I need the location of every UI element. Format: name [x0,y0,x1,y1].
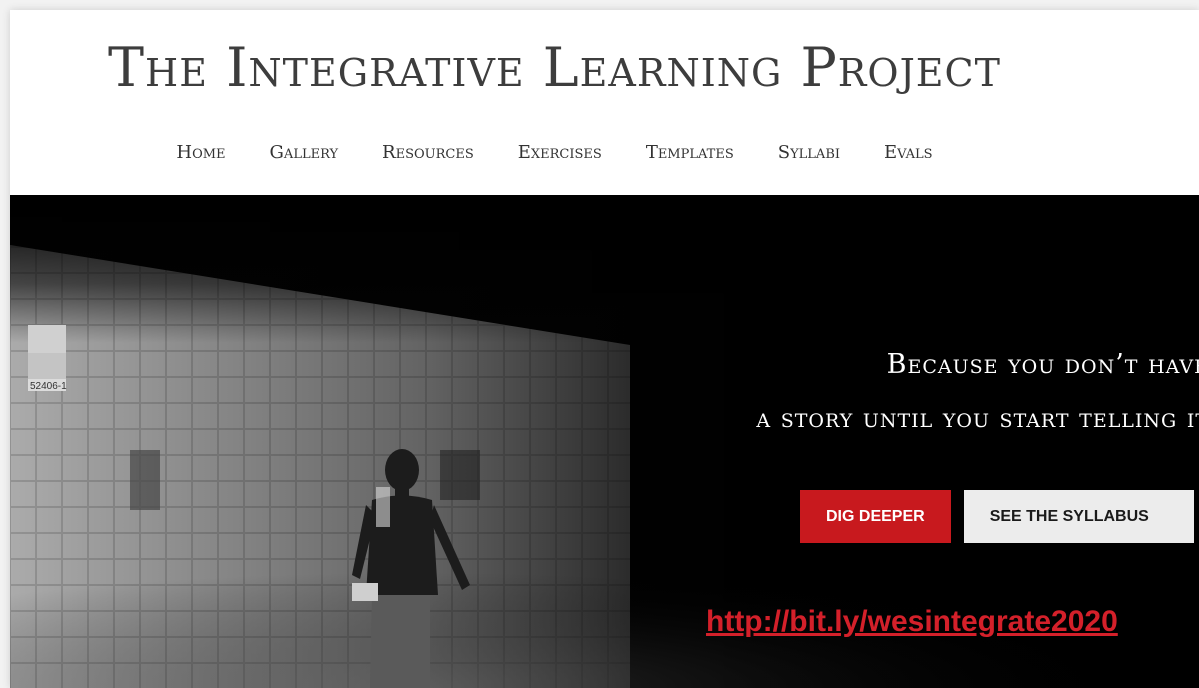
main-nav: Home Gallery Resources Exercises Templat… [10,138,1199,168]
see-syllabus-button[interactable]: SEE THE SYLLABUS [963,490,1194,543]
nav-item-exercises[interactable]: Exercises [518,138,602,168]
wall-sign-text: 52406-1 [30,381,67,392]
nav-item-templates[interactable]: Templates [646,138,734,168]
nav-item-home[interactable]: Home [176,138,225,168]
nav-item-evals[interactable]: Evals [884,138,933,168]
overlay-url-link[interactable]: http://bit.ly/wesintegrate2020 [706,605,1118,639]
hero-banner: 52406-1 Because you don’t have a story u… [10,195,1199,688]
hero-tagline: Because you don’t have a story until you… [756,343,1199,441]
site-title[interactable]: The Integrative Learning Project [10,28,1199,108]
site-header: The Integrative Learning Project Home Ga… [10,10,1199,195]
browser-frame: The Integrative Learning Project Home Ga… [10,10,1199,688]
dig-deeper-button[interactable]: DIG DEEPER [800,490,951,543]
nav-item-syllabi[interactable]: Syllabi [778,138,840,168]
nav-item-resources[interactable]: Resources [382,138,474,168]
tagline-line-2: a story until you start telling it [756,403,1199,434]
hero-button-row: DIG DEEPER SEE THE SYLLABUS [800,490,1194,543]
tagline-line-1: Because you don’t have [886,349,1199,380]
nav-item-gallery[interactable]: Gallery [270,138,339,168]
